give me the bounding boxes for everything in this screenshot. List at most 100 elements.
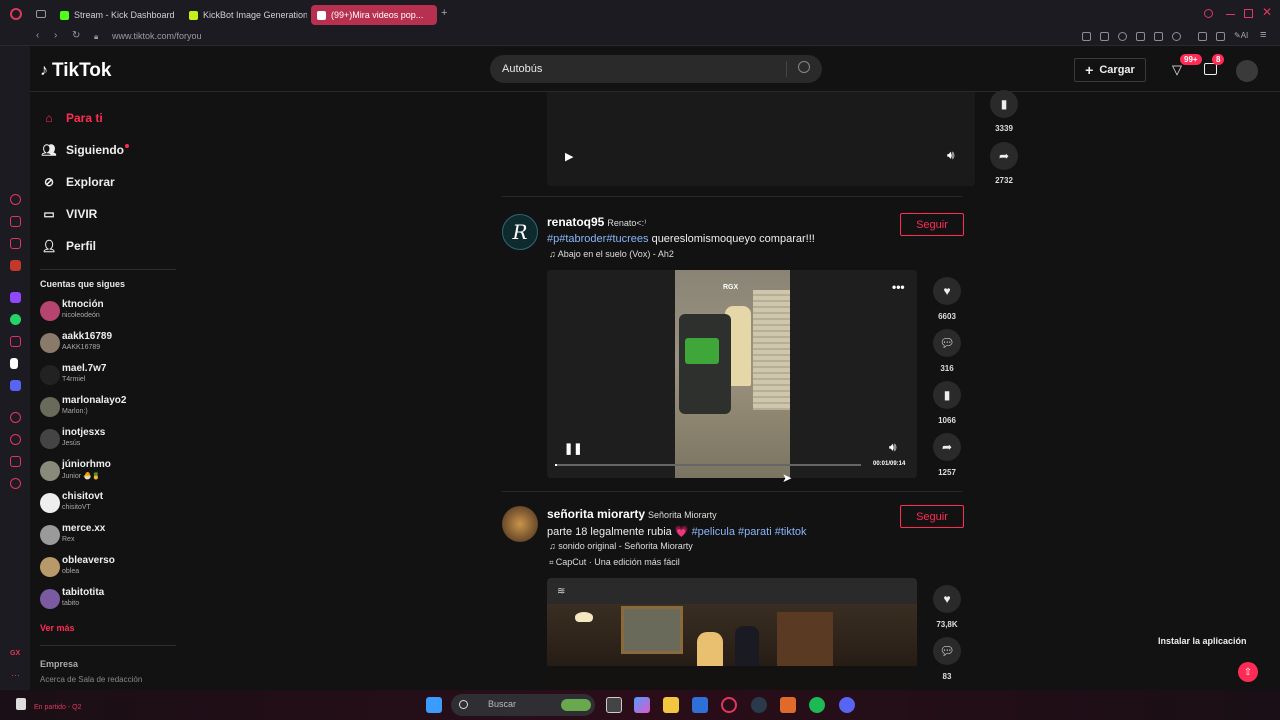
pause-icon[interactable]: ❚❚ — [564, 442, 582, 455]
tab-kick-dashboard[interactable]: Stream - Kick Dashboard — [54, 5, 176, 25]
new-tab-icon[interactable]: + — [441, 7, 447, 19]
shield-icon[interactable] — [1118, 32, 1127, 41]
avatar[interactable]: R — [502, 214, 538, 250]
task-view-icon[interactable] — [606, 697, 622, 713]
tiktok-sidebar-icon[interactable] — [10, 358, 18, 369]
status-app-icon[interactable] — [16, 698, 26, 710]
avatar[interactable] — [502, 506, 538, 542]
share-icon[interactable]: ➦ — [933, 433, 961, 461]
opera-logo-icon[interactable] — [10, 8, 22, 20]
like-icon[interactable]: ♥ — [933, 585, 961, 613]
post-video[interactable]: RGX ••• ❚❚ 🔊︎ 00:01/09:14 — [547, 270, 917, 478]
wallet-icon[interactable] — [1198, 32, 1207, 41]
bookmark-icon[interactable]: ▮ — [933, 381, 961, 409]
extension-icon[interactable] — [1082, 32, 1091, 41]
reload-icon[interactable]: ↻ — [72, 30, 80, 41]
like-count: 73,8K — [936, 620, 958, 629]
close-icon[interactable]: ✕ — [1262, 5, 1272, 19]
app-4-icon[interactable] — [780, 697, 796, 713]
more-icon[interactable]: ··· — [11, 670, 20, 680]
progress-bar[interactable] — [555, 464, 861, 466]
discord-taskbar-icon[interactable] — [839, 697, 855, 713]
comment-icon[interactable]: 💬︎ — [933, 329, 961, 357]
ai-icon[interactable]: ✎AI — [1234, 31, 1248, 40]
see-more-link[interactable]: Ver más — [40, 623, 75, 633]
gx-icon[interactable]: GX — [10, 650, 20, 657]
follow-button[interactable]: Seguir — [900, 505, 964, 528]
twitch-icon[interactable] — [10, 292, 21, 303]
install-app-button[interactable]: Instalar la aplicación — [1158, 636, 1247, 646]
cube-icon[interactable] — [10, 456, 21, 467]
discord-icon[interactable] — [10, 380, 21, 391]
settings-icon[interactable] — [10, 478, 21, 489]
more-options-icon[interactable]: ••• — [892, 280, 905, 294]
image-icon[interactable] — [10, 238, 21, 249]
spotify-icon[interactable] — [809, 697, 825, 713]
like-icon[interactable]: ♥ — [933, 277, 961, 305]
heart-icon[interactable] — [1172, 32, 1181, 41]
menu-icon[interactable]: ≡ — [1260, 29, 1266, 41]
nav-following[interactable]: 👥︎ Siguiendo — [41, 143, 129, 157]
nav-profile[interactable]: 👤︎ Perfil — [41, 239, 97, 253]
url-field[interactable]: www.tiktok.com/foryou — [112, 31, 202, 41]
post-author[interactable]: renatoq95 Renato<:⁾ — [547, 215, 646, 229]
nav-for-you[interactable]: ⌂ Para ti — [42, 111, 102, 125]
post-video[interactable]: ≋ — [547, 578, 917, 690]
instagram-icon[interactable] — [10, 336, 21, 347]
volume-icon[interactable]: 🔊︎ — [889, 440, 897, 455]
maximize-icon[interactable] — [1244, 9, 1253, 18]
follow-button[interactable]: Seguir — [900, 213, 964, 236]
scroll-to-top-icon[interactable]: ⇧ — [1238, 662, 1258, 682]
bag-icon[interactable] — [10, 216, 21, 227]
history-icon[interactable] — [10, 412, 21, 423]
search-icon[interactable] — [798, 61, 810, 73]
download-icon[interactable] — [1216, 32, 1225, 41]
steam-icon[interactable] — [751, 697, 767, 713]
tiktok-logo[interactable]: ♪ TikTok — [40, 60, 111, 82]
post-music[interactable]: ♫ Abajo en el suelo (Vox) - Ah2 — [549, 249, 674, 259]
back-icon[interactable]: ‹ — [36, 30, 39, 41]
gmail-icon[interactable] — [10, 260, 21, 271]
post-author[interactable]: señorita miorarty Señorita Miorarty — [547, 507, 717, 521]
nav-explore[interactable]: ⊘ Explorar — [42, 175, 115, 189]
nav-live[interactable]: ▭ VIVIR — [42, 207, 97, 221]
forward-icon[interactable]: › — [54, 30, 57, 41]
footer-links[interactable]: Acerca de Sala de redacción — [40, 675, 142, 684]
avatar — [40, 493, 60, 513]
search-tabs-icon[interactable] — [1204, 9, 1213, 18]
tab-tiktok[interactable]: (99+)Mira videos pop... — [311, 5, 437, 25]
minimize-icon[interactable] — [1226, 14, 1235, 15]
nav-label: Perfil — [66, 239, 97, 253]
comment-icon[interactable]: 💬︎ — [933, 637, 961, 665]
vpn-icon[interactable] — [1136, 32, 1145, 41]
opera-gx-icon[interactable] — [721, 697, 737, 713]
post-hashtags[interactable]: #pelicula #parati #tiktok — [692, 526, 807, 538]
previous-video[interactable]: ▶ 🔊︎ — [547, 92, 975, 186]
inbox-icon[interactable]: ▽ — [1172, 62, 1182, 78]
taskbar-search[interactable]: Buscar — [451, 694, 595, 716]
search-input[interactable]: Autobús — [490, 55, 822, 83]
snapshot-icon[interactable] — [1100, 32, 1109, 41]
post-music[interactable]: ♫ sonido original - Señorita Miorarty — [549, 541, 693, 551]
clock-icon[interactable] — [10, 434, 21, 445]
upload-button[interactable]: + Cargar — [1074, 58, 1146, 82]
post-nickname: Renato<:⁾ — [607, 218, 647, 228]
opera-sidebar-icon[interactable] — [10, 194, 21, 205]
bookmark-icon[interactable]: ▮ — [990, 90, 1018, 118]
profile-avatar[interactable] — [1236, 60, 1258, 82]
capcut-link[interactable]: ⌗ CapCut · Una edición más fácil — [549, 557, 680, 568]
play-icon[interactable]: ▶ — [565, 150, 573, 163]
tab-overview-icon[interactable] — [36, 10, 46, 18]
file-explorer-icon[interactable] — [663, 697, 679, 713]
share-icon[interactable]: ➦ — [990, 142, 1018, 170]
tab-kickbot[interactable]: KickBot Image Generation — [183, 5, 307, 25]
post-hashtags[interactable]: #p#tabroder#tucrees — [547, 233, 649, 245]
store-icon[interactable] — [692, 697, 708, 713]
garage-door — [753, 290, 790, 410]
player-icon[interactable] — [1154, 32, 1163, 41]
copilot-icon[interactable] — [634, 697, 650, 713]
windows-start-icon[interactable] — [426, 697, 442, 713]
company-heading[interactable]: Empresa — [40, 659, 78, 669]
volume-icon[interactable]: 🔊︎ — [947, 148, 955, 163]
whatsapp-icon[interactable] — [10, 314, 21, 325]
